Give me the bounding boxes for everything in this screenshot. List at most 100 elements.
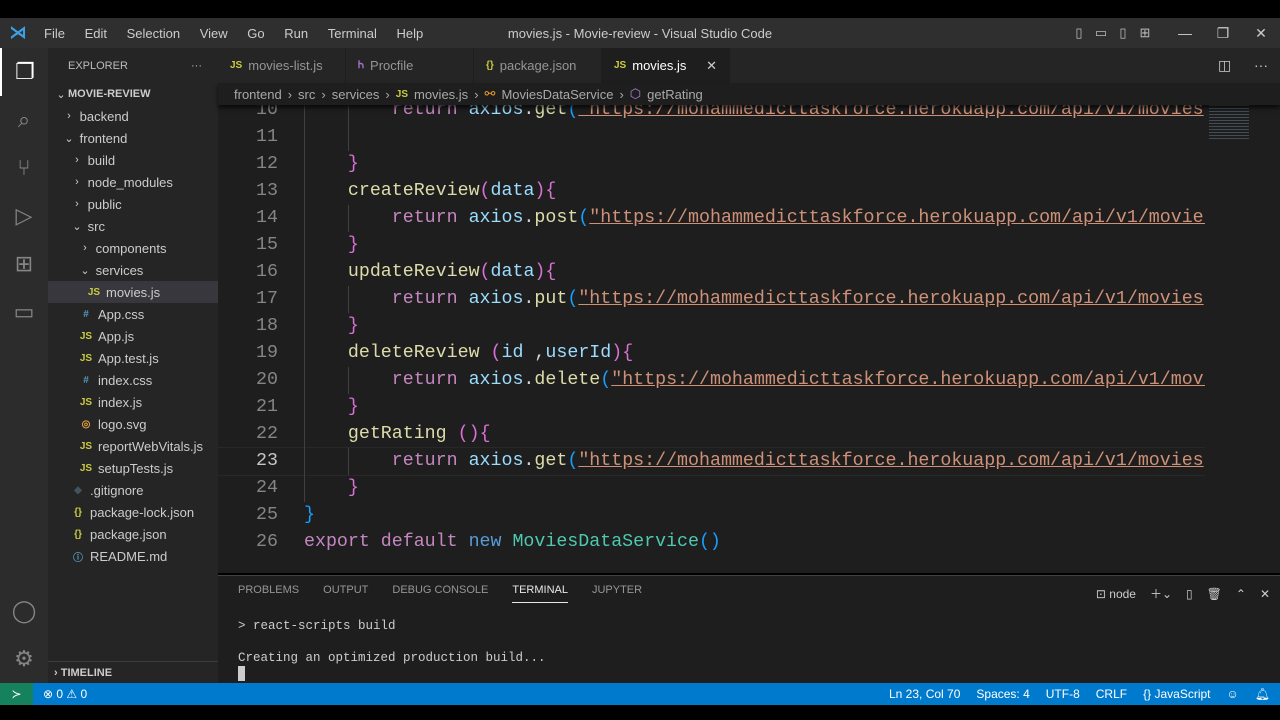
restore-button[interactable]: ❐ [1204, 25, 1242, 42]
tree-item-label: node_modules [87, 174, 173, 190]
tree-item-app-js[interactable]: JS App.js [48, 325, 218, 347]
panel-tab-terminal[interactable]: TERMINAL [512, 584, 568, 603]
tree-item-package-json[interactable]: {} package.json [48, 523, 218, 545]
maximize-panel-icon[interactable]: ⌃ [1236, 587, 1246, 601]
tab-package-json[interactable]: {} package.json [474, 48, 602, 83]
code-editor[interactable]: 10 return axios.get(`https://mohammedict… [218, 97, 1205, 573]
tree-item-backend[interactable]: › backend [48, 105, 218, 127]
close-panel-icon[interactable]: ✕ [1260, 587, 1270, 601]
minimize-button[interactable]: — [1166, 25, 1204, 42]
tree-item-app-css[interactable]: # App.css [48, 303, 218, 325]
more-actions-icon[interactable]: ··· [1254, 57, 1268, 74]
tab-procfile[interactable]: Ꮒ Procfile [346, 48, 474, 83]
panel-tab-problems[interactable]: PROBLEMS [238, 584, 299, 603]
breadcrumb-item[interactable]: services [332, 87, 380, 102]
code-token: axios [468, 289, 524, 309]
code-text: return axios.get("https://mohammedicttas… [304, 448, 1204, 475]
source-control-icon[interactable]: ⑂ [0, 144, 48, 192]
tree-item-package-lock-json[interactable]: {} package-lock.json [48, 501, 218, 523]
problems-indicator[interactable]: ⊗ 0 ⚠ 0 [43, 687, 87, 701]
menu-run[interactable]: Run [284, 26, 308, 41]
tree-item-frontend[interactable]: ⌄ frontend [48, 127, 218, 149]
trash-icon[interactable]: 🗑 [1207, 587, 1222, 601]
menu-terminal[interactable]: Terminal [328, 26, 377, 41]
cursor-position[interactable]: Ln 23, Col 70 [889, 687, 960, 701]
timeline-section[interactable]: › TIMELINE [48, 661, 218, 683]
code-line: 21 } [218, 394, 1205, 421]
feedback-icon[interactable]: ☺ [1227, 687, 1239, 701]
account-icon[interactable]: ◯ [0, 587, 48, 635]
terminal-shell-selector[interactable]: ⊡ node [1096, 587, 1136, 601]
tree-item-index-js[interactable]: JS index.js [48, 391, 218, 413]
tree-item--gitignore[interactable]: ◆ .gitignore [48, 479, 218, 501]
tree-item-readme-md[interactable]: ⓘ README.md [48, 545, 218, 567]
menu-view[interactable]: View [200, 26, 228, 41]
explorer-icon[interactable]: ❐ [0, 48, 48, 96]
breadcrumb-item[interactable]: src [298, 87, 315, 102]
breadcrumb-item[interactable]: getRating [647, 87, 703, 102]
new-terminal-icon[interactable]: ＋⌄ [1150, 585, 1172, 602]
split-terminal-icon[interactable]: ▯ [1186, 587, 1193, 601]
menu-selection[interactable]: Selection [127, 26, 180, 41]
panel-tab-jupyter[interactable]: JUPYTER [592, 584, 642, 603]
menu-go[interactable]: Go [247, 26, 264, 41]
tree-item-components[interactable]: › components [48, 237, 218, 259]
workspace-root[interactable]: ⌄ MOVIE-REVIEW [48, 83, 218, 105]
minimap[interactable] [1205, 97, 1280, 573]
close-tab-icon[interactable]: ✕ [692, 58, 717, 74]
run-debug-icon[interactable]: ▷ [0, 192, 48, 240]
breadcrumb-item[interactable]: frontend [234, 87, 282, 102]
tree-item-services[interactable]: ⌄ services [48, 259, 218, 281]
menu-help[interactable]: Help [397, 26, 424, 41]
line-ending[interactable]: CRLF [1096, 687, 1127, 701]
breadcrumb-item[interactable]: MoviesDataService [501, 87, 613, 102]
notifications-bell-icon[interactable]: 🔔︎ [1255, 687, 1270, 701]
menu-file[interactable]: File [44, 26, 65, 41]
git-file-icon: ◆ [74, 484, 82, 496]
search-icon[interactable]: ⌕ [0, 96, 48, 144]
extensions-icon[interactable]: ⊞ [0, 240, 48, 288]
tree-item-logo-svg[interactable]: ◎ logo.svg [48, 413, 218, 435]
tree-item-movies-js[interactable]: JS movies.js [48, 281, 218, 303]
code-token: get [534, 451, 568, 471]
tree-item-reportwebvitals-js[interactable]: JS reportWebVitals.js [48, 435, 218, 457]
encoding[interactable]: UTF-8 [1046, 687, 1080, 701]
panel-tab-output[interactable]: OUTPUT [323, 584, 368, 603]
remote-indicator-icon[interactable]: ≻ [0, 683, 33, 705]
tab-movies-js[interactable]: JS movies.js ✕ [602, 48, 730, 83]
toggle-secondary-sidebar-icon[interactable]: ▯ [1112, 25, 1134, 41]
tab-movies-list-js[interactable]: JS movies-list.js [218, 48, 346, 83]
indentation[interactable]: Spaces: 4 [976, 687, 1029, 701]
customize-layout-icon[interactable]: ⊞ [1134, 25, 1156, 41]
line-number: 19 [256, 343, 278, 363]
tree-item-node-modules[interactable]: › node_modules [48, 171, 218, 193]
line-number: 16 [256, 262, 278, 282]
remote-explorer-icon[interactable]: ▭ [0, 288, 48, 336]
split-editor-icon[interactable]: ◫ [1218, 57, 1231, 74]
tree-item-src[interactable]: ⌄ src [48, 215, 218, 237]
tree-item-build[interactable]: › build [48, 149, 218, 171]
code-token: ( [479, 181, 491, 201]
close-window-button[interactable]: ✕ [1242, 25, 1280, 42]
panel-tab-debug-console[interactable]: DEBUG CONSOLE [392, 584, 488, 603]
language-mode[interactable]: {} JavaScript [1143, 687, 1210, 701]
tree-item-app-test-js[interactable]: JS App.test.js [48, 347, 218, 369]
more-actions-icon[interactable]: ··· [191, 60, 202, 72]
toggle-panel-icon[interactable]: ▭ [1090, 25, 1112, 41]
code-token: ( [490, 343, 502, 363]
line-number: 13 [256, 181, 278, 201]
breadcrumb-item[interactable]: movies.js [414, 87, 468, 102]
code-line: 15 } [218, 232, 1205, 259]
chevron-right-icon: › [321, 86, 326, 102]
gear-icon[interactable]: ⚙ [0, 635, 48, 683]
tree-item-setuptests-js[interactable]: JS setupTests.js [48, 457, 218, 479]
toggle-sidebar-icon[interactable]: ▯ [1068, 25, 1090, 41]
tree-item-label: reportWebVitals.js [98, 438, 204, 454]
tree-item-public[interactable]: › public [48, 193, 218, 215]
menu-edit[interactable]: Edit [85, 26, 107, 41]
language-label: JavaScript [1154, 687, 1211, 701]
tree-item-index-css[interactable]: # index.css [48, 369, 218, 391]
